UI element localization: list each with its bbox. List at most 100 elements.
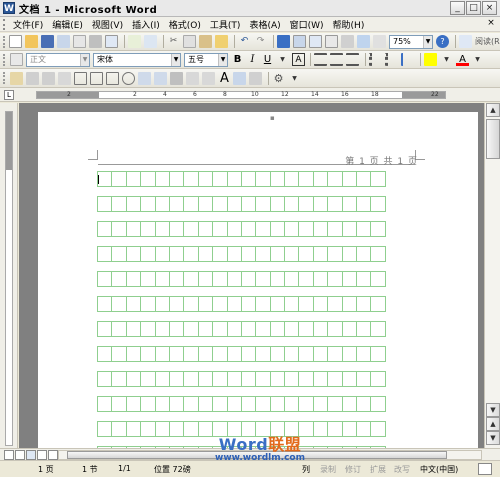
toolbar-grip[interactable] xyxy=(3,53,6,66)
menu-table[interactable]: 表格(A) xyxy=(249,18,289,31)
grid-cell[interactable] xyxy=(111,321,127,337)
tab-selector[interactable]: L xyxy=(4,90,14,100)
grid-cell[interactable] xyxy=(183,271,199,287)
grid-cell[interactable] xyxy=(168,171,185,187)
chevron-down-icon[interactable]: ▼ xyxy=(440,53,453,66)
menu-tools[interactable]: 工具(T) xyxy=(210,18,250,31)
grid-cell[interactable] xyxy=(255,321,271,337)
grid-cell[interactable] xyxy=(97,371,113,387)
grid-cell[interactable] xyxy=(212,371,228,387)
grid-cell[interactable] xyxy=(298,221,314,237)
grid-cell[interactable] xyxy=(240,421,257,437)
grid-cell[interactable] xyxy=(255,421,271,437)
grid-cell[interactable] xyxy=(284,346,300,362)
scroll-down-icon[interactable]: ▼ xyxy=(486,403,500,417)
grid-cell[interactable] xyxy=(183,246,199,262)
grid-cell[interactable] xyxy=(356,421,372,437)
grid-row[interactable] xyxy=(97,396,406,412)
copy-icon[interactable] xyxy=(183,35,196,48)
grid-cell[interactable] xyxy=(341,371,358,387)
close-button[interactable]: × xyxy=(482,1,497,15)
grid-cell[interactable] xyxy=(97,296,113,312)
email-icon[interactable] xyxy=(73,35,86,48)
grid-cell[interactable] xyxy=(140,346,156,362)
align-center-icon[interactable] xyxy=(330,53,343,66)
menu-view[interactable]: 视图(V) xyxy=(92,18,132,31)
grid-cell[interactable] xyxy=(298,396,314,412)
grid-cell[interactable] xyxy=(284,196,300,212)
grid-cell[interactable] xyxy=(255,346,271,362)
grid-cell[interactable] xyxy=(226,296,242,312)
grid-cell[interactable] xyxy=(97,271,113,287)
grid-cell[interactable] xyxy=(183,396,199,412)
chevron-down-icon[interactable]: ▼ xyxy=(276,53,289,66)
grid-cell[interactable] xyxy=(327,421,343,437)
font-color-button[interactable]: A xyxy=(456,53,469,66)
grid-cell[interactable] xyxy=(125,346,142,362)
permission-icon[interactable] xyxy=(57,35,70,48)
menubar-grip[interactable] xyxy=(3,18,7,30)
grid-cell[interactable] xyxy=(111,221,127,237)
outline-view-icon[interactable] xyxy=(37,450,47,460)
print-preview-icon[interactable] xyxy=(105,35,118,48)
combobox-icon[interactable] xyxy=(106,71,119,85)
grid-cell[interactable] xyxy=(356,221,372,237)
grid-cell[interactable] xyxy=(356,321,372,337)
grid-cell[interactable] xyxy=(240,346,257,362)
grid-cell[interactable] xyxy=(212,221,228,237)
grid-cell[interactable] xyxy=(356,296,372,312)
grid-cell[interactable] xyxy=(356,196,372,212)
grid-cell[interactable] xyxy=(111,346,127,362)
grid-cell[interactable] xyxy=(125,171,142,187)
grid-cell[interactable] xyxy=(111,196,127,212)
grid-cell[interactable] xyxy=(154,221,170,237)
grid-cell[interactable] xyxy=(183,221,199,237)
grid-cell[interactable] xyxy=(269,296,286,312)
undo-icon[interactable]: ↶ xyxy=(238,35,251,48)
style-select[interactable]: 正文 ▼ xyxy=(26,52,90,67)
grid-cell[interactable] xyxy=(168,296,185,312)
font-select[interactable]: 宋体 ▼ xyxy=(93,52,181,67)
manuscript-grid[interactable] xyxy=(97,171,406,448)
grid-cell[interactable] xyxy=(327,246,343,262)
bold-button[interactable]: B xyxy=(231,53,244,66)
grid-cell[interactable] xyxy=(255,196,271,212)
grid-cell[interactable] xyxy=(140,171,156,187)
grid-cell[interactable] xyxy=(168,321,185,337)
grid-cell[interactable] xyxy=(312,346,329,362)
grid-cell[interactable] xyxy=(327,171,343,187)
grid-cell[interactable] xyxy=(240,371,257,387)
grid-cell[interactable] xyxy=(312,421,329,437)
research-icon[interactable] xyxy=(144,35,157,48)
grid-cell[interactable] xyxy=(168,421,185,437)
grid-cell[interactable] xyxy=(154,421,170,437)
grid-cell[interactable] xyxy=(197,221,214,237)
grid-cell[interactable] xyxy=(356,396,372,412)
grid-cell[interactable] xyxy=(226,321,242,337)
grid-cell[interactable] xyxy=(140,296,156,312)
grid-cell[interactable] xyxy=(269,271,286,287)
new-document-icon[interactable] xyxy=(9,35,22,48)
menu-format[interactable]: 格式(O) xyxy=(169,18,210,31)
wordart-icon[interactable]: A xyxy=(218,72,231,85)
grid-cell[interactable] xyxy=(154,321,170,337)
table-icon[interactable] xyxy=(154,71,167,85)
grid-row[interactable] xyxy=(97,196,406,212)
grid-cell[interactable] xyxy=(255,271,271,287)
grid-cell[interactable] xyxy=(370,421,386,437)
grid-cell[interactable] xyxy=(255,371,271,387)
menu-edit[interactable]: 编辑(E) xyxy=(52,18,92,31)
grid-cell[interactable] xyxy=(269,346,286,362)
grid-cell[interactable] xyxy=(125,296,142,312)
horizontal-scrollbar[interactable] xyxy=(58,450,482,460)
vertical-ruler-track[interactable] xyxy=(5,111,13,446)
grid-cell[interactable] xyxy=(312,246,329,262)
read-mode-icon[interactable] xyxy=(459,35,472,48)
grid-cell[interactable] xyxy=(168,396,185,412)
bullets-icon[interactable] xyxy=(385,53,398,66)
chevron-down-icon[interactable]: ▼ xyxy=(471,53,484,66)
grid-cell[interactable] xyxy=(269,371,286,387)
grid-cell[interactable] xyxy=(298,271,314,287)
toolbar-grip[interactable] xyxy=(3,35,5,48)
grid-cell[interactable] xyxy=(327,396,343,412)
